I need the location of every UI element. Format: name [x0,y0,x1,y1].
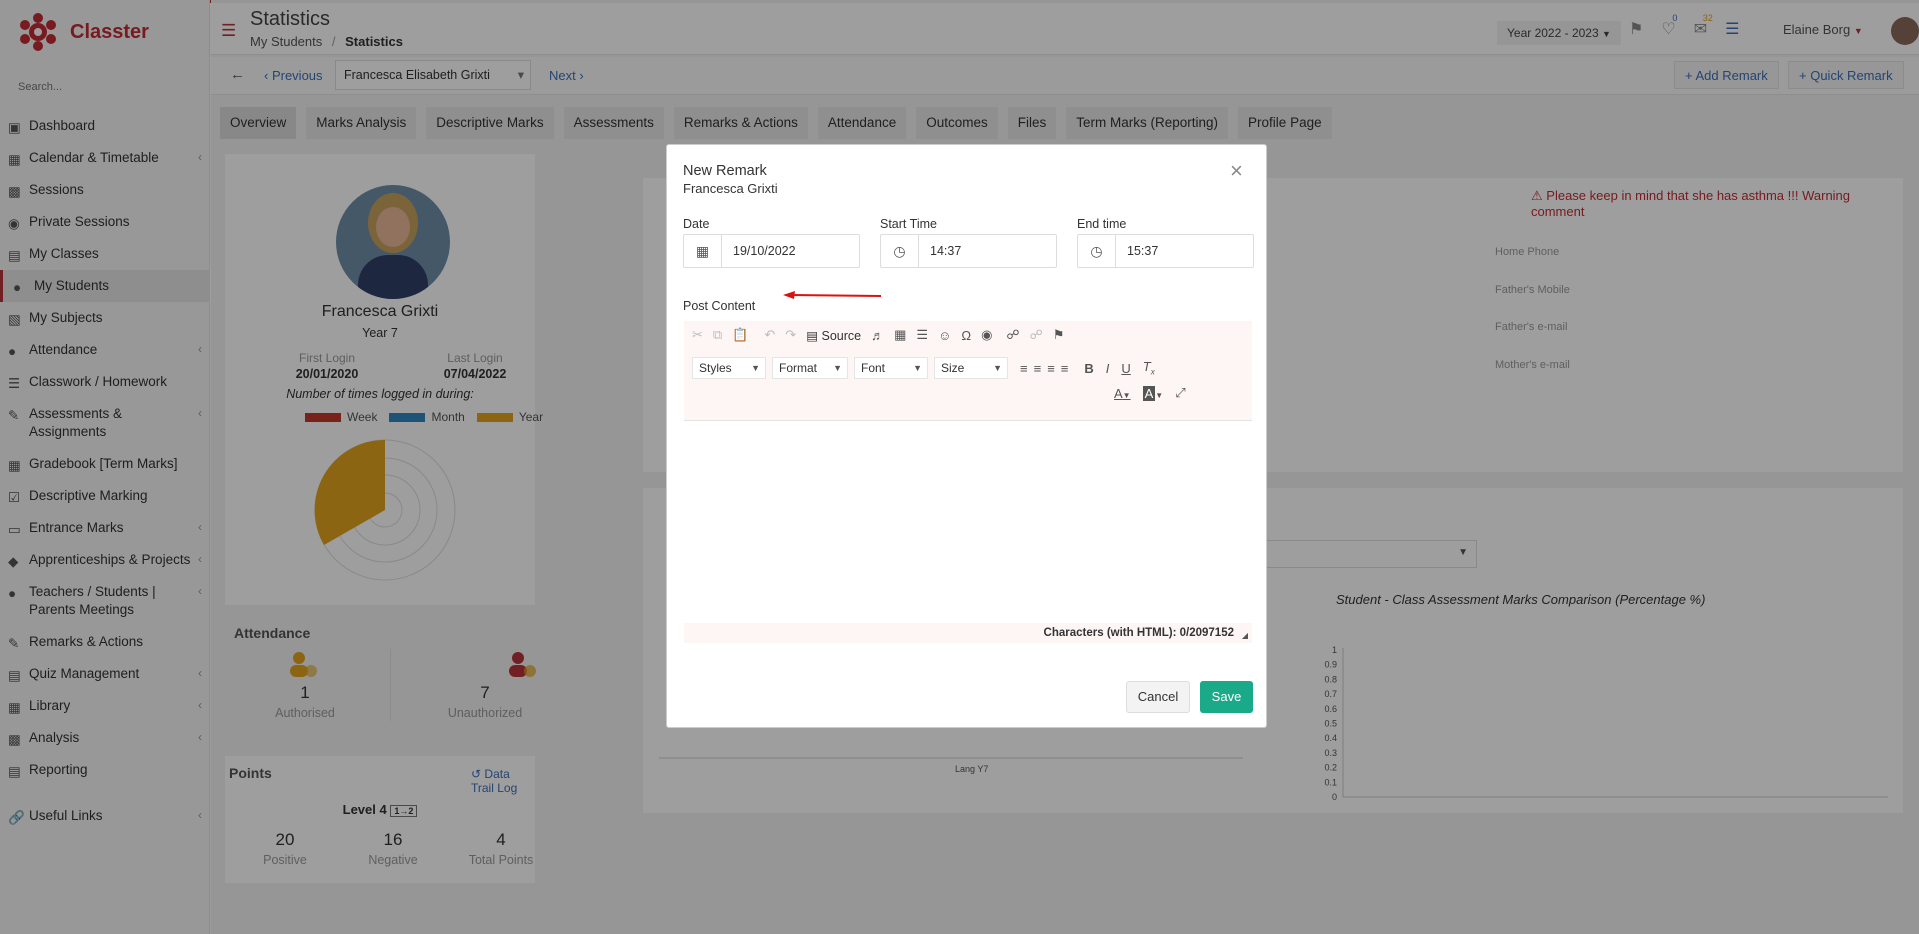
caret-down-icon: ▼ [833,363,842,373]
end-time-value: 15:37 [1127,244,1159,258]
save-button[interactable]: Save [1200,681,1253,713]
undo-icon[interactable]: ↶ [764,327,775,343]
copy-icon[interactable]: ⧉ [713,327,722,343]
align-left-icon[interactable]: ≡ [1020,361,1028,376]
caret-down-icon: ▼ [993,363,1002,373]
editor-toolbar: ✂ ⧉ 📋 ↶ ↷ ▤ Source ♬ ▦ ☰ ☺ Ω ◉ ☍ ☍ ⚑ Sty… [684,321,1252,421]
format-dropdown[interactable]: Format ▼ [772,357,848,379]
start-time-field[interactable]: ◷ 14:37 [880,234,1057,268]
styles-label: Styles [699,361,732,375]
date-label: Date [683,217,710,231]
remove-format-icon[interactable]: Tx [1143,359,1155,377]
justify-icon[interactable]: ≡ [1061,361,1069,376]
toolbar-row-1: ✂ ⧉ 📋 ↶ ↷ ▤ Source ♬ ▦ ☰ ☺ Ω ◉ ☍ ☍ ⚑ [692,327,1064,343]
calendar-icon[interactable]: ▦ [684,235,722,267]
date-value: 19/10/2022 [733,244,796,258]
end-time-label: End time [1077,217,1127,231]
date-field[interactable]: ▦ 19/10/2022 [683,234,860,268]
caret-down-icon: ▼ [913,363,922,373]
size-dropdown[interactable]: Size ▼ [934,357,1008,379]
resize-handle-icon[interactable]: ◢ [1242,631,1248,640]
align-center-icon[interactable]: ≡ [1034,361,1042,376]
post-content-label: Post Content [683,299,756,313]
link-icon[interactable]: ☍ [1006,327,1019,343]
source-icon: ▤ [806,328,819,343]
speaker-icon[interactable]: ♬ [871,328,884,343]
red-arrow-annotation [783,291,881,299]
end-time-field[interactable]: ◷ 15:37 [1077,234,1254,268]
modal-title: New Remark [683,163,767,179]
omega-icon[interactable]: Ω [961,328,971,343]
size-label: Size [941,361,965,375]
styles-dropdown[interactable]: Styles ▼ [692,357,766,379]
background-color-icon[interactable]: A ▼ [1142,385,1163,401]
cancel-button[interactable]: Cancel [1126,681,1190,713]
horizontal-line-icon[interactable]: ☰ [916,327,928,343]
toolbar-row-3: A▼ A ▼ ⤢ [1114,385,1186,401]
iframe-icon[interactable]: ◉ [981,327,992,343]
align-right-icon[interactable]: ≡ [1047,361,1055,376]
text-color-icon[interactable]: A▼ [1114,386,1131,401]
underline-icon[interactable]: U [1121,361,1130,376]
post-content-textarea[interactable] [684,422,1252,626]
font-dropdown[interactable]: Font ▼ [854,357,928,379]
rich-text-editor: ✂ ⧉ 📋 ↶ ↷ ▤ Source ♬ ▦ ☰ ☺ Ω ◉ ☍ ☍ ⚑ Sty… [684,321,1252,643]
character-count: Characters (with HTML): 0/2097152 [684,623,1252,643]
paste-icon[interactable]: 📋 [732,327,748,343]
format-label: Format [779,361,818,375]
italic-icon[interactable]: I [1106,361,1110,376]
redo-icon[interactable]: ↷ [785,327,796,343]
smiley-icon[interactable]: ☺ [938,328,951,343]
source-button[interactable]: ▤ Source [806,328,861,343]
unlink-icon[interactable]: ☍ [1030,327,1043,343]
cut-icon[interactable]: ✂ [692,327,703,343]
clock-icon[interactable]: ◷ [881,235,919,267]
new-remark-modal: New Remark Francesca Grixti × Date ▦ 19/… [666,144,1267,728]
clock-icon[interactable]: ◷ [1078,235,1116,267]
caret-down-icon: ▼ [751,363,760,373]
modal-subtitle: Francesca Grixti [683,181,778,196]
source-label: Source [821,328,862,343]
anchor-flag-icon[interactable]: ⚑ [1053,327,1065,343]
table-icon[interactable]: ▦ [894,327,906,343]
toolbar-row-2: Styles ▼ Format ▼ Font ▼ Size ▼ ≡ ≡ ≡ ≡ B I … [692,357,1155,379]
maximize-icon[interactable]: ⤢ [1175,385,1185,401]
start-time-label: Start Time [880,217,937,231]
close-icon[interactable]: × [1230,160,1243,182]
font-label: Font [861,361,886,375]
start-time-value: 14:37 [930,244,962,258]
bold-icon[interactable]: B [1084,361,1093,376]
